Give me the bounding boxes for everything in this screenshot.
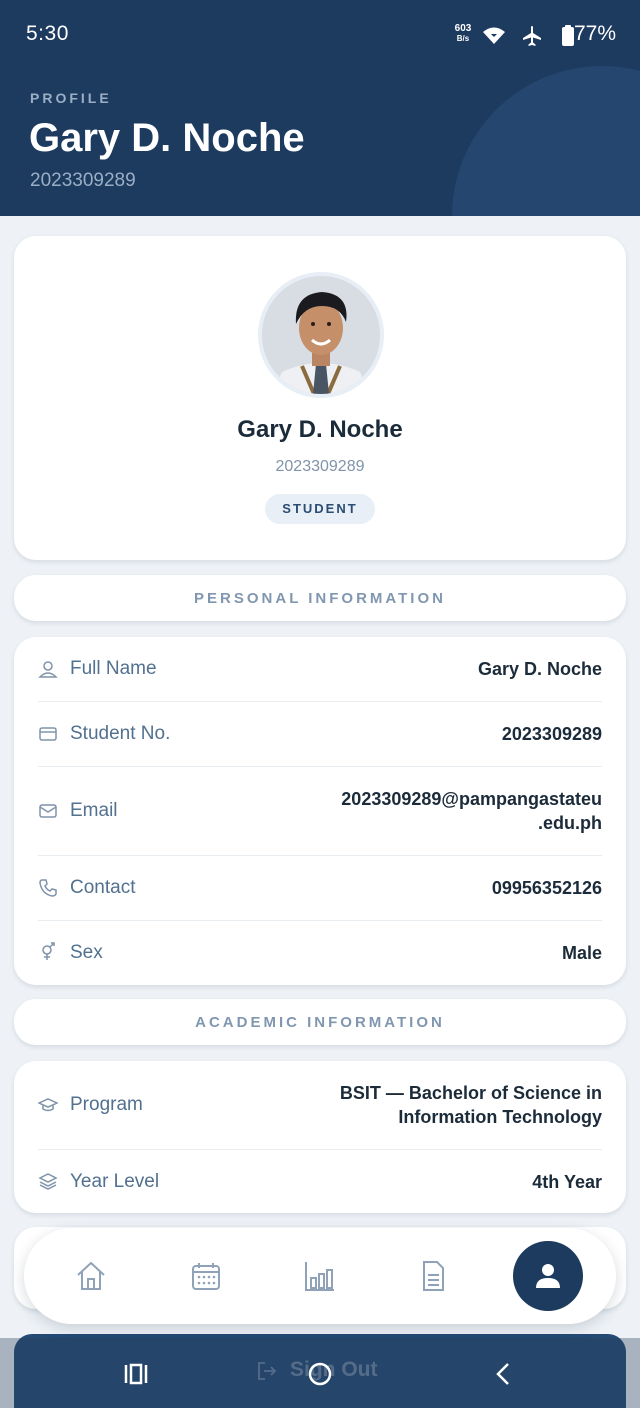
gender-icon	[42, 942, 55, 960]
nav-grades[interactable]	[302, 1258, 338, 1294]
profile-icon	[536, 1264, 560, 1288]
section-title-personal: PERSONAL INFORMATION	[194, 590, 446, 607]
program-line-1: BSIT — Bachelor of Science in	[339, 1083, 602, 1103]
network-speed-unit: B/s	[456, 34, 470, 43]
recent-apps-icon[interactable]	[122, 1360, 150, 1388]
profile-student-id: 2023309289	[275, 458, 365, 475]
nav-schedule[interactable]	[188, 1258, 224, 1294]
calendar-icon	[192, 1263, 220, 1290]
profile-name: Gary D. Noche	[237, 416, 403, 443]
home-icon	[77, 1261, 105, 1290]
personal-information-card: Full Name Gary D. Noche Student No. 2023…	[14, 637, 626, 985]
program-line-2: Information Technology	[398, 1107, 602, 1127]
home-button-icon[interactable]	[306, 1360, 334, 1388]
battery-percent: 77%	[574, 22, 617, 45]
info-row-full-name: Full Name Gary D. Noche	[38, 637, 602, 702]
header-eyebrow: PROFILE	[30, 90, 112, 106]
row-value: 2023309289	[501, 724, 602, 744]
row-label: Sex	[70, 942, 103, 963]
academic-information-card: Program BSIT — Bachelor of Science in In…	[14, 1061, 626, 1213]
row-value: 09956352126	[491, 878, 602, 898]
info-row-student-no: Student No. 2023309289	[38, 702, 602, 767]
network-speed: 603 B/s	[450, 24, 476, 44]
email-line-2: .edu.ph	[538, 813, 602, 833]
bar-chart-icon	[305, 1262, 334, 1291]
id-card-icon	[39, 727, 57, 741]
layers-icon	[38, 1173, 58, 1190]
profile-header: 5:30 603 B/s 77% PROFILE Gary D. Noche 2…	[0, 0, 640, 216]
status-bar: 5:30 603 B/s 77%	[0, 0, 640, 70]
row-label: Year Level	[70, 1171, 160, 1192]
row-label: Contact	[70, 877, 136, 898]
graduation-cap-icon	[38, 1098, 58, 1112]
avatar[interactable]	[258, 272, 384, 398]
info-row-contact: Contact 09956352126	[38, 856, 602, 921]
role-badge: STUDENT	[265, 494, 375, 524]
row-label: Student No.	[70, 723, 171, 744]
phone-icon	[39, 879, 57, 897]
row-value: Gary D. Noche	[477, 659, 602, 679]
network-speed-value: 603	[454, 23, 472, 34]
row-value: 2023309289@pampangastateu .edu.ph	[341, 787, 602, 835]
back-icon[interactable]	[490, 1360, 518, 1388]
nav-documents[interactable]	[415, 1258, 451, 1294]
page-title: Gary D. Noche	[29, 116, 305, 160]
wifi-icon	[483, 27, 505, 44]
profile-card: Gary D. Noche 2023309289 STUDENT	[14, 236, 626, 560]
document-icon	[423, 1261, 444, 1291]
info-row-email: Email 2023309289@pampangastateu .edu.ph	[38, 767, 602, 856]
email-line-1: 2023309289@pampangastateu	[341, 789, 602, 809]
academic-information-header: ACADEMIC INFORMATION	[14, 999, 626, 1045]
info-row-sex: Sex Male	[38, 921, 602, 985]
nav-profile[interactable]	[513, 1241, 583, 1311]
section-title-academic: ACADEMIC INFORMATION	[195, 1014, 445, 1031]
avatar-photo	[262, 276, 380, 394]
info-row-year-level: Year Level 4th Year	[38, 1150, 602, 1213]
personal-information-header: PERSONAL INFORMATION	[14, 575, 626, 621]
row-value: BSIT — Bachelor of Science in Informatio…	[340, 1081, 602, 1129]
row-label: Full Name	[70, 658, 157, 679]
info-row-program: Program BSIT — Bachelor of Science in In…	[38, 1061, 602, 1150]
mail-icon	[39, 804, 57, 818]
row-value: 4th Year	[532, 1172, 602, 1192]
bottom-navigation	[24, 1228, 616, 1324]
airplane-icon	[523, 26, 541, 46]
row-label: Email	[70, 800, 118, 821]
status-time: 5:30	[26, 22, 69, 45]
row-label: Program	[70, 1094, 143, 1115]
user-icon	[38, 661, 58, 678]
system-navigation-bar	[0, 1338, 640, 1408]
nav-home[interactable]	[73, 1258, 109, 1294]
row-value: Male	[561, 943, 602, 963]
decorative-circle	[452, 66, 640, 216]
header-student-id: 2023309289	[30, 170, 136, 191]
